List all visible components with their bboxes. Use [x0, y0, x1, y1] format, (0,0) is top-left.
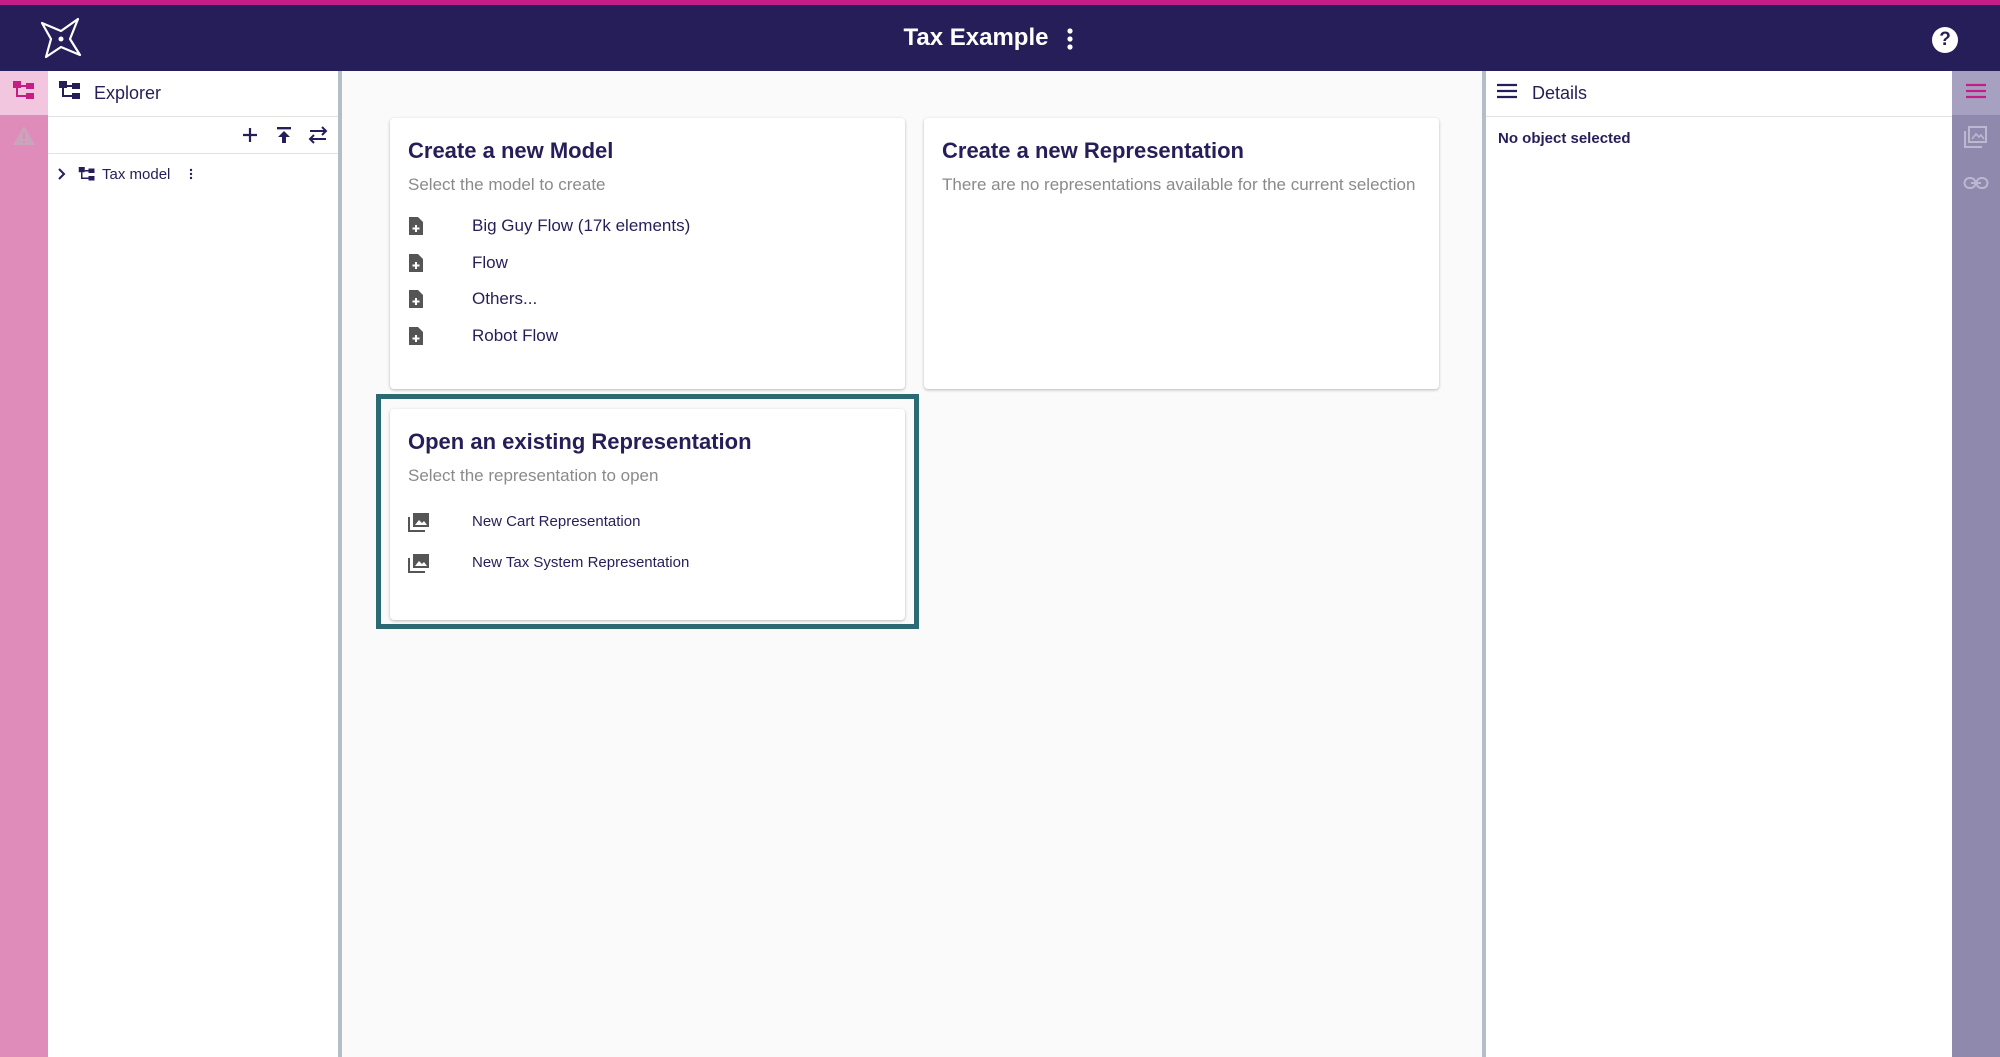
- warning-icon: [12, 124, 36, 151]
- list-item[interactable]: Others...: [408, 281, 690, 318]
- list-item[interactable]: Robot Flow: [408, 318, 690, 355]
- empty-selection-text: No object selected: [1498, 130, 1631, 147]
- tree-item-tax-model[interactable]: Tax model: [48, 154, 338, 194]
- app-title: Tax Example: [903, 24, 1049, 51]
- app-header: Tax Example ?: [0, 5, 2000, 71]
- explorer-panel: Explorer Tax model: [48, 71, 342, 1057]
- details-panel: Details No object selected: [1486, 71, 1952, 1057]
- explorer-tree-icon: [58, 80, 82, 107]
- explorer-header: Explorer: [48, 71, 338, 117]
- more-vertical-icon[interactable]: [1060, 25, 1080, 53]
- note-add-icon: [408, 216, 472, 236]
- explorer-title: Explorer: [94, 83, 162, 103]
- representations-toggle-button[interactable]: [1952, 117, 2000, 161]
- right-sidebar-rail: [1952, 71, 2000, 1057]
- details-toggle-button[interactable]: [1952, 71, 2000, 115]
- card-subtitle: Select the model to create: [408, 175, 606, 194]
- details-header: Details: [1486, 71, 1952, 117]
- list-item-label: Big Guy Flow (17k elements): [472, 216, 691, 236]
- tree-item-label: Tax model: [102, 165, 171, 183]
- add-icon[interactable]: [238, 123, 262, 147]
- menu-icon: [1496, 82, 1518, 105]
- link-icon: [1963, 176, 1989, 195]
- card-title: Create a new Model: [408, 138, 614, 163]
- details-title: Details: [1532, 83, 1588, 103]
- chevron-right-icon[interactable]: [52, 167, 72, 181]
- validation-toggle-button[interactable]: [0, 115, 48, 159]
- explorer-toolbar: [48, 117, 338, 154]
- menu-icon: [1965, 82, 1987, 105]
- card-subtitle: There are no representations available f…: [942, 175, 1416, 194]
- help-icon[interactable]: ?: [1932, 27, 1958, 53]
- create-model-card: Create a new Model Select the model to c…: [390, 118, 905, 389]
- upload-icon[interactable]: [272, 123, 296, 147]
- list-item-label: Flow: [472, 252, 508, 272]
- related-toggle-button[interactable]: [1952, 163, 2000, 207]
- list-item[interactable]: Flow: [408, 245, 690, 282]
- explorer-tree-icon: [12, 80, 36, 107]
- main-content: Create a new Model Select the model to c…: [342, 71, 1486, 1057]
- left-sidebar-rail: [0, 71, 48, 1057]
- note-add-icon: [408, 289, 472, 309]
- focus-outline: [376, 394, 919, 629]
- explorer-toggle-button[interactable]: [0, 71, 48, 115]
- card-title: Create a new Representation: [942, 138, 1244, 163]
- model-list: Big Guy Flow (17k elements) Flow Others.…: [408, 208, 690, 354]
- note-add-icon: [408, 253, 472, 273]
- model-tree-icon: [78, 166, 96, 183]
- swap-icon[interactable]: [306, 123, 330, 147]
- list-item-label: Others...: [472, 289, 538, 309]
- list-item[interactable]: Big Guy Flow (17k elements): [408, 208, 690, 245]
- list-item-label: Robot Flow: [472, 325, 558, 345]
- note-add-icon: [408, 326, 472, 346]
- image-stack-icon: [1964, 125, 1988, 153]
- create-representation-card: Create a new Representation There are no…: [924, 118, 1439, 389]
- more-vertical-icon[interactable]: [188, 168, 194, 180]
